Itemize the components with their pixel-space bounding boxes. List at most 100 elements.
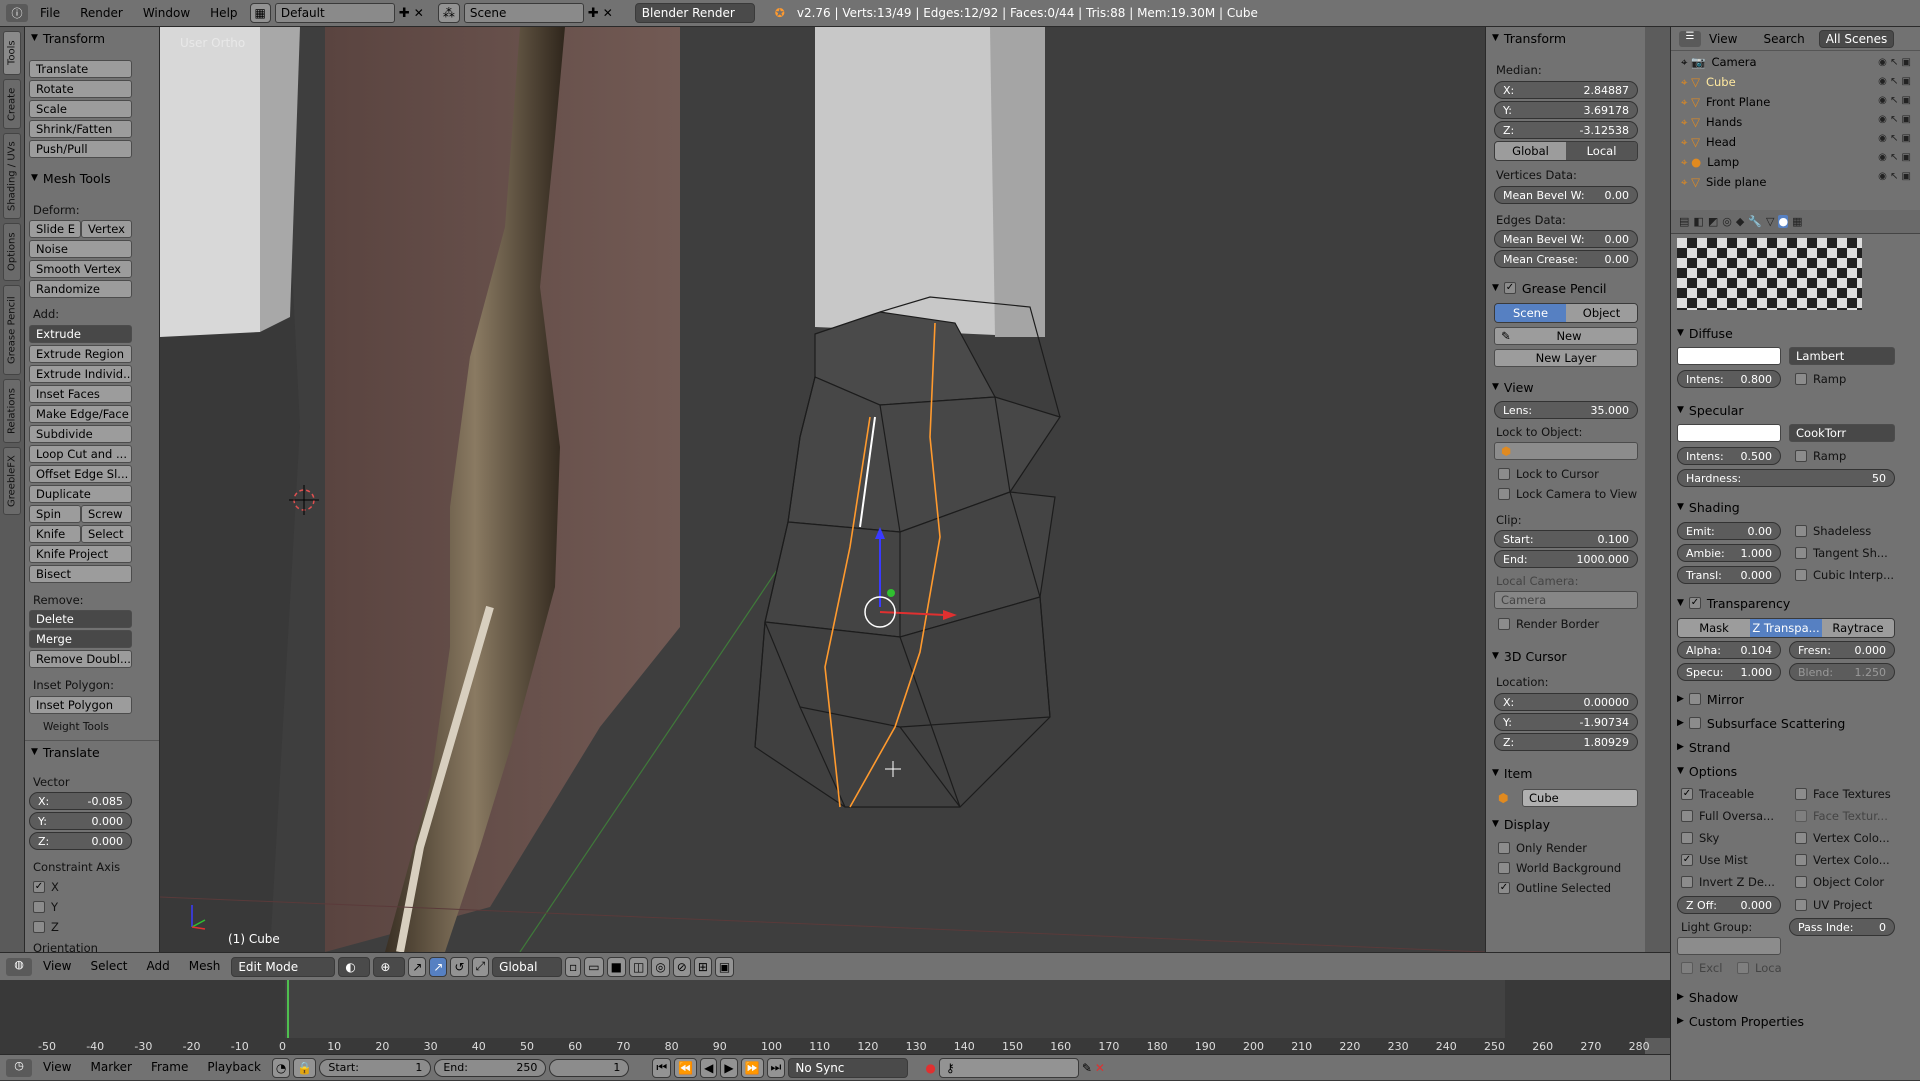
layout-browse-icon[interactable]: ▦ [249, 3, 271, 23]
transparency-method-toggle[interactable]: Mask Z Transpa... Raytrace [1677, 618, 1895, 638]
display-panel-header[interactable]: ▼ Display [1486, 813, 1645, 835]
cursor-x-field[interactable]: X: 0.00000 [1494, 693, 1638, 711]
loop-cut-button[interactable]: Loop Cut and ... [29, 445, 132, 463]
specular-color-swatch[interactable] [1677, 424, 1781, 442]
custom-properties-header[interactable]: ▶ Custom Properties [1671, 1010, 1920, 1032]
blend-field[interactable]: Blend: 1.250 [1789, 663, 1895, 681]
edge-select-icon[interactable]: ▭ [584, 956, 604, 977]
outliner-item-cube[interactable]: ⌖ ▽ Cube [1681, 72, 1736, 92]
data-tab-icon[interactable]: ▽ [1766, 215, 1774, 228]
remove-doubles-button[interactable]: Remove Doubl... [29, 650, 132, 668]
translate-manipulator-icon[interactable]: ↗ [429, 956, 448, 977]
snap-element-icon[interactable]: ⊞ [693, 956, 712, 977]
transform-panel-header[interactable]: ▼ Transform [25, 27, 159, 49]
grease-pencil-checkbox[interactable]: ✓ [1503, 282, 1516, 294]
noise-button[interactable]: Noise [29, 240, 132, 258]
subdivide-button[interactable]: Subdivide [29, 425, 132, 443]
median-x-field[interactable]: X: 2.84887 [1494, 81, 1638, 99]
start-frame-field[interactable]: Start: 1 [319, 1058, 432, 1077]
z-offset-field[interactable]: Z Off: 0.000 [1677, 896, 1781, 914]
item-panel-header[interactable]: ▼ Item [1486, 762, 1645, 784]
material-tab-icon[interactable]: ● [1778, 215, 1789, 228]
vp-menu-add[interactable]: Add [139, 953, 178, 980]
constraint-z-checkbox[interactable] [33, 921, 45, 933]
fresnel-field[interactable]: Fresn: 0.000 [1789, 641, 1895, 659]
gp-source-toggle[interactable]: Scene Object [1494, 303, 1638, 323]
keying-set-icon[interactable]: ⚷ [938, 1057, 1079, 1078]
ambient-field[interactable]: Ambie: 1.000 [1677, 544, 1781, 562]
strand-header[interactable]: ▶ Strand [1671, 736, 1920, 758]
duplicate-button[interactable]: Duplicate [29, 485, 132, 503]
tab-tools[interactable]: Tools [3, 31, 21, 75]
uv-project-checkbox[interactable] [1795, 899, 1807, 911]
timeline[interactable]: -50 -40 -30 -20 -10 0 10 20 30 40 50 60 70 80 90 100 110… [0, 980, 1670, 1053]
eye-icon[interactable]: ◉ ↖ ▣ [1878, 133, 1911, 144]
world-tab-icon[interactable]: ◎ [1722, 215, 1732, 228]
n-transform-header[interactable]: ▼ Transform [1486, 27, 1645, 49]
outliner-item-lamp[interactable]: ⌖ ● Lamp [1681, 152, 1739, 172]
layout-add-icon[interactable]: ✚ [399, 6, 410, 21]
sss-checkbox[interactable] [1688, 717, 1701, 729]
tl-menu-view[interactable]: View [35, 1054, 79, 1081]
layout-field[interactable]: Default [274, 3, 395, 23]
outliner-item-side-plane[interactable]: ⌖ ▽ Side plane [1681, 172, 1766, 192]
grease-pencil-header[interactable]: ▼ ✓ Grease Pencil [1486, 277, 1645, 299]
outliner-display-select[interactable]: All Scenes [1818, 29, 1895, 48]
vector-x-field[interactable]: X: -0.085 [29, 792, 132, 810]
tab-grease-pencil[interactable]: Grease Pencil [3, 285, 21, 375]
extrude-individual-button[interactable]: Extrude Individ... [29, 365, 132, 383]
current-frame-field[interactable]: 1 [549, 1058, 630, 1077]
scene-field[interactable]: Scene [463, 3, 584, 23]
vp-menu-mesh[interactable]: Mesh [181, 953, 229, 980]
lock-camera-checkbox[interactable] [1498, 488, 1510, 500]
only-render-checkbox[interactable] [1498, 842, 1510, 854]
tab-relations[interactable]: Relations [3, 379, 21, 443]
scene-tab-icon[interactable]: ◩ [1708, 215, 1718, 228]
invert-z-checkbox[interactable] [1681, 876, 1693, 888]
mirror-header[interactable]: ▶ Mirror [1671, 688, 1920, 710]
extrude-dropdown[interactable]: Extrude [29, 325, 132, 343]
diffuse-shader-select[interactable]: Lambert [1789, 347, 1895, 365]
eye-icon[interactable]: ◉ ↖ ▣ [1878, 76, 1911, 87]
shadeless-checkbox[interactable] [1795, 525, 1807, 537]
delete-dropdown[interactable]: Delete [29, 610, 132, 628]
weight-tools-header[interactable]: Weight Tools [43, 721, 109, 733]
bisect-button[interactable]: Bisect [29, 565, 132, 583]
outliner-item-head[interactable]: ⌖ ▽ Head [1681, 132, 1736, 152]
scale-button[interactable]: Scale [29, 100, 132, 118]
gp-new-button[interactable]: ✎ New [1494, 327, 1638, 345]
vertex-select-icon[interactable]: ▫ [565, 956, 582, 977]
gp-object-toggle[interactable]: Object [1566, 304, 1637, 322]
vp-menu-select[interactable]: Select [82, 953, 135, 980]
tangent-shading-checkbox[interactable] [1795, 547, 1807, 559]
smooth-vertex-button[interactable]: Smooth Vertex [29, 260, 132, 278]
lens-field[interactable]: Lens: 35.000 [1494, 401, 1638, 419]
play-icon[interactable]: ▶ [720, 1057, 738, 1078]
vector-y-field[interactable]: Y: 0.000 [29, 812, 132, 830]
3d-viewport[interactable]: User Ortho (1) Cube [160, 27, 1485, 952]
face-select-icon[interactable]: ■ [606, 956, 626, 977]
jump-keyframe-back-icon[interactable]: ⏪ [674, 1057, 698, 1078]
mirror-checkbox[interactable] [1688, 693, 1701, 705]
proportional-edit-icon[interactable]: ◎ [651, 956, 670, 977]
jump-start-icon[interactable]: ⏮ [652, 1057, 672, 1078]
exclusive-checkbox[interactable] [1681, 962, 1693, 974]
sss-header[interactable]: ▶ Subsurface Scattering [1671, 712, 1920, 734]
knife-button[interactable]: Knife [29, 525, 81, 543]
properties-editor-icon[interactable]: ▤ [1679, 215, 1689, 228]
outliner-item-front-plane[interactable]: ⌖ ▽ Front Plane [1681, 92, 1770, 112]
scene-close-icon[interactable]: ✕ [603, 6, 613, 20]
sky-checkbox[interactable] [1681, 832, 1693, 844]
current-frame-marker[interactable] [287, 980, 289, 1038]
raytrace-toggle[interactable]: Raytrace [1822, 619, 1894, 637]
mask-toggle[interactable]: Mask [1678, 619, 1750, 637]
timeline-editor-icon[interactable]: ◷ [6, 1058, 32, 1077]
object-name-field[interactable]: Cube [1522, 789, 1638, 807]
offset-edge-slide-button[interactable]: Offset Edge Sl... [29, 465, 132, 483]
layout-close-icon[interactable]: ✕ [414, 6, 424, 20]
light-group-field[interactable] [1677, 937, 1781, 955]
push-pull-button[interactable]: Push/Pull [29, 140, 132, 158]
edge-bevel-weight-field[interactable]: Mean Bevel W: 0.00 [1494, 230, 1638, 248]
local-checkbox[interactable] [1737, 962, 1749, 974]
lock-object-field[interactable]: ⬢ [1494, 442, 1638, 460]
